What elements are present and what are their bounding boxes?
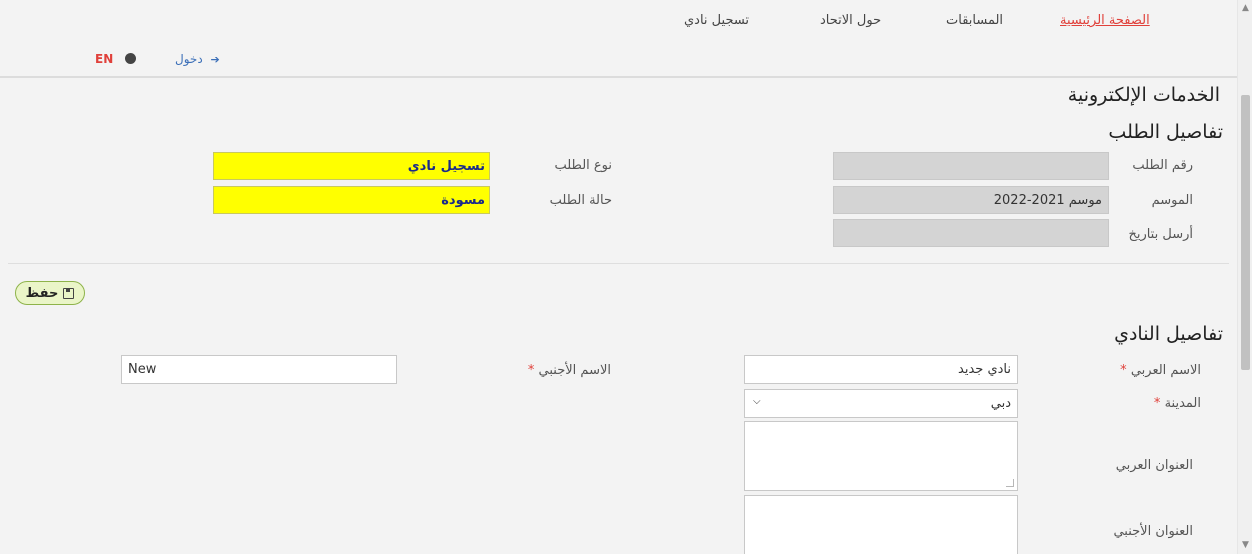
season-field: موسم 2021-2022: [833, 186, 1109, 214]
city-label-text: المدينة: [1164, 396, 1201, 411]
vertical-scrollbar[interactable]: ▲ ▼: [1237, 0, 1252, 554]
request-status-value: مسودة: [213, 186, 490, 214]
top-nav: الصفحة الرئيسية المسابقات حول الاتحاد تس…: [0, 0, 1237, 78]
arabic-name-label: الاسم العربي *: [1120, 363, 1201, 378]
foreign-name-label: الاسم الأجنبي *: [528, 363, 611, 378]
city-label: المدينة *: [1154, 396, 1201, 411]
required-marker: *: [1120, 363, 1127, 378]
nav-home-link[interactable]: الصفحة الرئيسية: [1060, 13, 1150, 28]
foreign-address-textarea[interactable]: [744, 495, 1018, 554]
request-number-label: رقم الطلب: [1132, 158, 1193, 173]
foreign-name-input[interactable]: New: [121, 355, 397, 384]
required-marker: *: [1153, 396, 1161, 411]
login-label: دخول: [175, 52, 203, 66]
scrollbar-thumb[interactable]: [1241, 95, 1250, 370]
request-type-value: تسجيل نادي: [213, 152, 490, 180]
nav-competitions-link[interactable]: المسابقات: [946, 13, 1003, 28]
city-select[interactable]: دبي ⌵: [744, 389, 1018, 418]
city-selected-value: دبي: [990, 396, 1011, 411]
request-type-label: نوع الطلب: [554, 158, 612, 173]
arabic-address-textarea[interactable]: [744, 421, 1018, 491]
language-switch-link[interactable]: EN: [95, 52, 113, 66]
resize-grip-icon[interactable]: [1006, 479, 1014, 487]
page-title: الخدمات الإلكترونية: [1067, 84, 1220, 106]
save-button[interactable]: حفظ: [15, 281, 85, 305]
request-details-heading: تفاصيل الطلب: [1108, 121, 1223, 143]
page: الصفحة الرئيسية المسابقات حول الاتحاد تس…: [0, 0, 1252, 554]
required-marker: *: [527, 363, 535, 378]
floppy-disk-icon: [63, 287, 75, 299]
sent-date-field: [833, 219, 1109, 247]
save-label: حفظ: [25, 285, 59, 301]
sign-in-icon: ➔: [210, 53, 220, 66]
sent-date-label: أرسل بتاريخ: [1128, 227, 1193, 242]
arabic-name-input[interactable]: نادي جديد: [744, 355, 1018, 384]
foreign-name-label-text: الاسم الأجنبي: [538, 363, 611, 378]
request-status-label: حالة الطلب: [549, 193, 612, 208]
club-details-heading: تفاصيل النادي: [1114, 323, 1223, 345]
scroll-up-icon[interactable]: ▲: [1242, 3, 1249, 13]
season-label: الموسم: [1151, 193, 1193, 208]
scroll-down-icon[interactable]: ▼: [1242, 540, 1249, 550]
foreign-address-label: العنوان الأجنبي: [1113, 524, 1193, 539]
nav-about-link[interactable]: حول الاتحاد: [820, 13, 881, 28]
globe-icon: [125, 53, 136, 64]
nav-club-registration-link[interactable]: تسجيل نادي: [684, 13, 749, 28]
request-number-field: [833, 152, 1109, 180]
arabic-address-label: العنوان العربي: [1115, 458, 1193, 473]
chevron-down-icon: ⌵: [753, 396, 761, 407]
login-link[interactable]: دخول ➔: [175, 52, 220, 66]
section-divider: [8, 263, 1229, 264]
arabic-name-label-text: الاسم العربي: [1130, 363, 1201, 378]
